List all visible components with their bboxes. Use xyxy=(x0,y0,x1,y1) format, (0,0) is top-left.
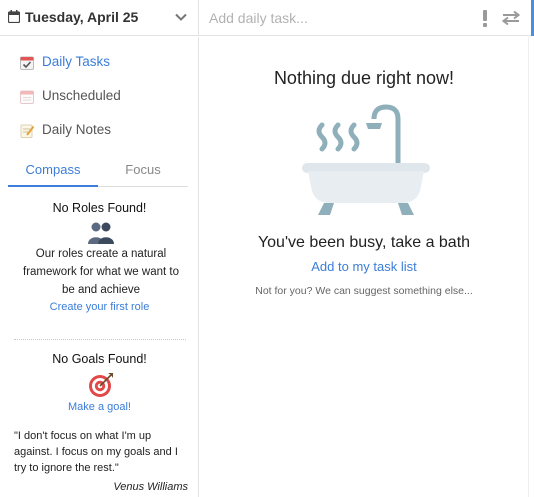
tab-focus[interactable]: Focus xyxy=(98,155,188,187)
chevron-down-icon[interactable] xyxy=(175,12,187,22)
date-selector[interactable]: Tuesday, April 25 xyxy=(0,0,199,36)
tab-compass[interactable]: Compass xyxy=(8,155,98,187)
people-icon xyxy=(88,222,114,244)
calendar-icon xyxy=(8,10,20,23)
sidebar-item-label: Daily Tasks xyxy=(42,54,111,69)
sidebar-item-daily-tasks[interactable]: Daily Tasks xyxy=(0,47,199,77)
empty-state-title: Nothing due right now! xyxy=(273,68,455,88)
target-icon xyxy=(89,373,113,397)
empty-state-subtitle: You've been busy, take a bath xyxy=(257,234,471,251)
priority-icon[interactable] xyxy=(481,9,489,27)
roles-empty-title: No Roles Found! xyxy=(52,201,147,215)
goals-empty-title: No Goals Found! xyxy=(52,352,147,366)
notepad-icon xyxy=(20,124,34,138)
sidebar-item-label: Unscheduled xyxy=(42,88,121,103)
quote-text: "I don't focus on what I'm up against. I… xyxy=(14,430,178,474)
calendar-blank-icon xyxy=(20,90,34,104)
sidebar: Daily Tasks Unscheduled Daily Notes Comp… xyxy=(0,37,199,497)
make-goal-link[interactable]: Make a goal! xyxy=(0,401,199,413)
suggest-something-else-link[interactable]: Not for you? We can suggest something el… xyxy=(200,285,528,297)
sidebar-item-label: Daily Notes xyxy=(42,122,112,137)
compass-focus-tabs: Compass Focus xyxy=(8,155,188,187)
add-daily-task-input[interactable] xyxy=(200,0,470,36)
quote-author: Venus Williams xyxy=(113,481,188,493)
divider xyxy=(14,339,186,340)
bathtub-icon xyxy=(302,104,430,215)
add-to-task-list-link[interactable]: Add to my task list xyxy=(200,259,528,274)
sidebar-item-unscheduled[interactable]: Unscheduled xyxy=(0,81,199,111)
date-label: Tuesday, April 25 xyxy=(25,9,139,25)
create-first-role-link[interactable]: Create your first role xyxy=(0,301,199,313)
swap-icon[interactable] xyxy=(502,11,520,25)
panel-edge xyxy=(528,37,529,497)
roles-description: Our roles create a natural framework for… xyxy=(23,248,179,296)
calendar-check-icon xyxy=(20,56,34,70)
sidebar-item-daily-notes[interactable]: Daily Notes xyxy=(0,115,199,145)
top-bar: Tuesday, April 25 xyxy=(0,0,534,36)
